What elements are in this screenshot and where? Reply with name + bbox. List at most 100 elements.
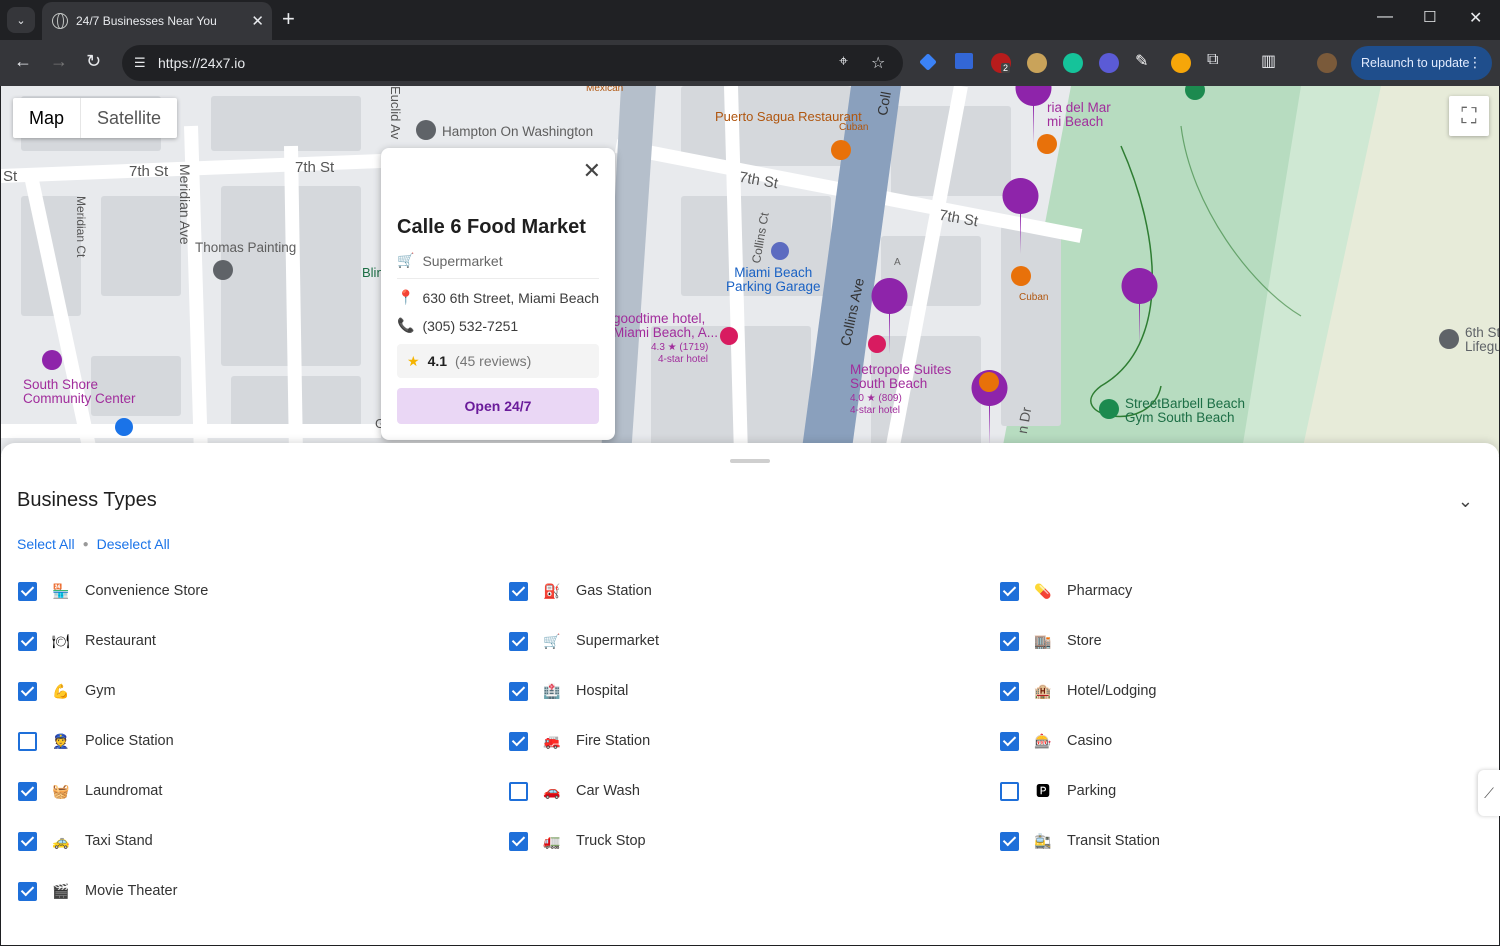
map-label: 4-star hotel xyxy=(850,405,901,416)
map-canvas[interactable]: Map Satellite ⛶ Hampton On Washington Th… xyxy=(1,86,1499,456)
business-type-item[interactable]: 🍽 Restaurant xyxy=(17,623,508,659)
business-type-label: Truck Stop xyxy=(576,833,646,849)
map-label[interactable]: ria del Mar mi Beach xyxy=(1047,101,1111,129)
business-type-item[interactable]: 🏨 Hotel/Lodging xyxy=(999,673,1489,709)
minimize-button[interactable]: — xyxy=(1377,8,1393,26)
business-type-label: Pharmacy xyxy=(1067,583,1133,599)
map-label: Mexican xyxy=(586,86,624,94)
checkbox[interactable] xyxy=(18,881,37,901)
tab-search-button[interactable]: ⌄ xyxy=(7,7,35,33)
checkbox[interactable] xyxy=(509,731,528,751)
business-type-label: Transit Station xyxy=(1067,833,1160,849)
select-all-link[interactable]: Select All xyxy=(17,536,75,552)
business-type-item[interactable]: 🏥 Hospital xyxy=(508,673,999,709)
map-label[interactable]: goodtime hotel, Miami Beach, A... xyxy=(613,312,718,340)
deselect-all-link[interactable]: Deselect All xyxy=(97,536,170,552)
checkbox[interactable] xyxy=(1000,581,1019,601)
list-extension-icon[interactable] xyxy=(955,53,973,69)
checkbox[interactable] xyxy=(18,831,37,851)
business-type-item[interactable]: 💊 Pharmacy xyxy=(999,573,1489,609)
business-type-item[interactable]: 🚛 Truck Stop xyxy=(508,823,999,859)
side-panel-icon[interactable]: ▥ xyxy=(1261,51,1281,71)
browser-tab[interactable]: 24/7 Businesses Near You ✕ xyxy=(42,2,272,40)
business-type-item[interactable]: 🚗 Car Wash xyxy=(508,773,999,809)
link-extension-icon[interactable] xyxy=(1099,53,1119,73)
business-type-icon: 👮 xyxy=(52,732,70,749)
url-text[interactable]: https://24x7.io xyxy=(158,55,245,71)
business-type-item[interactable]: 🅿 Parking xyxy=(999,773,1489,809)
reload-icon[interactable]: ↻ xyxy=(86,51,101,72)
maximize-button[interactable]: ☐ xyxy=(1423,8,1436,26)
close-window-button[interactable]: ✕ xyxy=(1469,8,1482,28)
business-type-item[interactable]: 🧺 Laundromat xyxy=(17,773,508,809)
profile-avatar[interactable] xyxy=(1317,53,1337,73)
timer-extension-icon[interactable] xyxy=(1171,53,1191,73)
tab-close-icon[interactable]: ✕ xyxy=(251,12,264,30)
close-icon[interactable]: ✕ xyxy=(583,158,601,184)
map-label: 4.3 ★ (1719) xyxy=(651,342,709,353)
business-type-item[interactable]: 🎬 Movie Theater xyxy=(17,873,508,909)
relaunch-update-button[interactable]: Relaunch to update ⋮ xyxy=(1351,46,1492,80)
business-type-icon: 💊 xyxy=(1034,582,1052,599)
globe-extension-icon[interactable] xyxy=(1027,53,1047,73)
address-bar[interactable]: ☰ https://24x7.io ⌖ ☆ xyxy=(122,45,903,81)
map-type-satellite-button[interactable]: Satellite xyxy=(80,98,177,138)
map-type-map-button[interactable]: Map xyxy=(13,98,80,138)
chevron-down-icon[interactable]: ⌄ xyxy=(1458,491,1473,512)
checkbox[interactable] xyxy=(1000,631,1019,651)
extensions-puzzle-icon[interactable]: ⧉ xyxy=(1207,51,1227,71)
checkbox[interactable] xyxy=(1000,681,1019,701)
business-type-icon: 🚒 xyxy=(543,732,561,749)
back-icon[interactable]: ← xyxy=(14,51,32,72)
business-type-item[interactable]: 🚉 Transit Station xyxy=(999,823,1489,859)
bookmark-star-icon[interactable]: ☆ xyxy=(871,53,885,73)
map-label[interactable]: Miami Beach Parking Garage xyxy=(726,266,821,294)
grammarly-extension-icon[interactable] xyxy=(1063,53,1083,73)
checkbox[interactable] xyxy=(18,781,37,801)
ublock-extension-icon[interactable]: 2 xyxy=(991,53,1011,73)
sheet-drag-handle[interactable] xyxy=(730,459,770,463)
place-phone-row: 📞 (305) 532-7251 xyxy=(397,317,518,334)
checkbox[interactable] xyxy=(1000,831,1019,851)
map-label: 4.0 ★ (809) xyxy=(850,393,902,404)
checkbox[interactable] xyxy=(509,581,528,601)
checkbox[interactable] xyxy=(18,581,37,601)
fullscreen-icon[interactable]: ⛶ xyxy=(1449,96,1489,136)
map-label[interactable]: StreetBarbell Beach Gym South Beach xyxy=(1125,397,1245,425)
checkbox[interactable] xyxy=(18,681,37,701)
checkbox[interactable] xyxy=(509,781,528,801)
business-type-item[interactable]: 🚒 Fire Station xyxy=(508,723,999,759)
checkbox[interactable] xyxy=(18,731,37,751)
checkbox[interactable] xyxy=(18,631,37,651)
checkbox[interactable] xyxy=(1000,731,1019,751)
business-type-item[interactable]: 🎰 Casino xyxy=(999,723,1489,759)
location-icon[interactable]: ⌖ xyxy=(839,53,848,71)
checkbox[interactable] xyxy=(1000,781,1019,801)
new-tab-button[interactable]: + xyxy=(282,8,295,30)
business-type-item[interactable]: ⛽ Gas Station xyxy=(508,573,999,609)
gem-extension-icon[interactable] xyxy=(919,53,937,71)
street-label: Euclid Av xyxy=(388,86,403,140)
business-type-item[interactable]: 🏬 Store xyxy=(999,623,1489,659)
map-label[interactable]: South Shore Community Center xyxy=(23,378,136,406)
checkbox[interactable] xyxy=(509,631,528,651)
business-type-icon: 🛒 xyxy=(543,632,561,649)
business-type-item[interactable]: 🛒 Supermarket xyxy=(508,623,999,659)
business-type-item[interactable]: 🏪 Convenience Store xyxy=(17,573,508,609)
forward-icon[interactable]: → xyxy=(50,51,68,72)
business-type-item[interactable]: 💪 Gym xyxy=(17,673,508,709)
menu-dots-icon[interactable]: ⋮ xyxy=(1468,54,1482,71)
map-label[interactable]: Hampton On Washington xyxy=(442,124,593,139)
checkbox[interactable] xyxy=(509,831,528,851)
site-info-icon[interactable]: ☰ xyxy=(134,55,146,71)
business-type-item[interactable]: 🚕 Taxi Stand xyxy=(17,823,508,859)
checkbox[interactable] xyxy=(509,681,528,701)
business-type-icon: ⛽ xyxy=(543,582,561,599)
map-label[interactable]: Thomas Painting xyxy=(195,240,296,255)
business-type-item[interactable]: 👮 Police Station xyxy=(17,723,508,759)
side-drawer-toggle[interactable]: ⟋ xyxy=(1478,770,1500,816)
eyedropper-extension-icon[interactable]: ✎ xyxy=(1135,51,1155,71)
business-type-list: 🏪 Convenience Store ⛽ Gas Station 💊 Pharmacy 🍽… xyxy=(17,573,1489,923)
map-label[interactable]: Metropole Suites South Beach xyxy=(850,363,951,391)
place-phone[interactable]: (305) 532-7251 xyxy=(422,318,518,334)
